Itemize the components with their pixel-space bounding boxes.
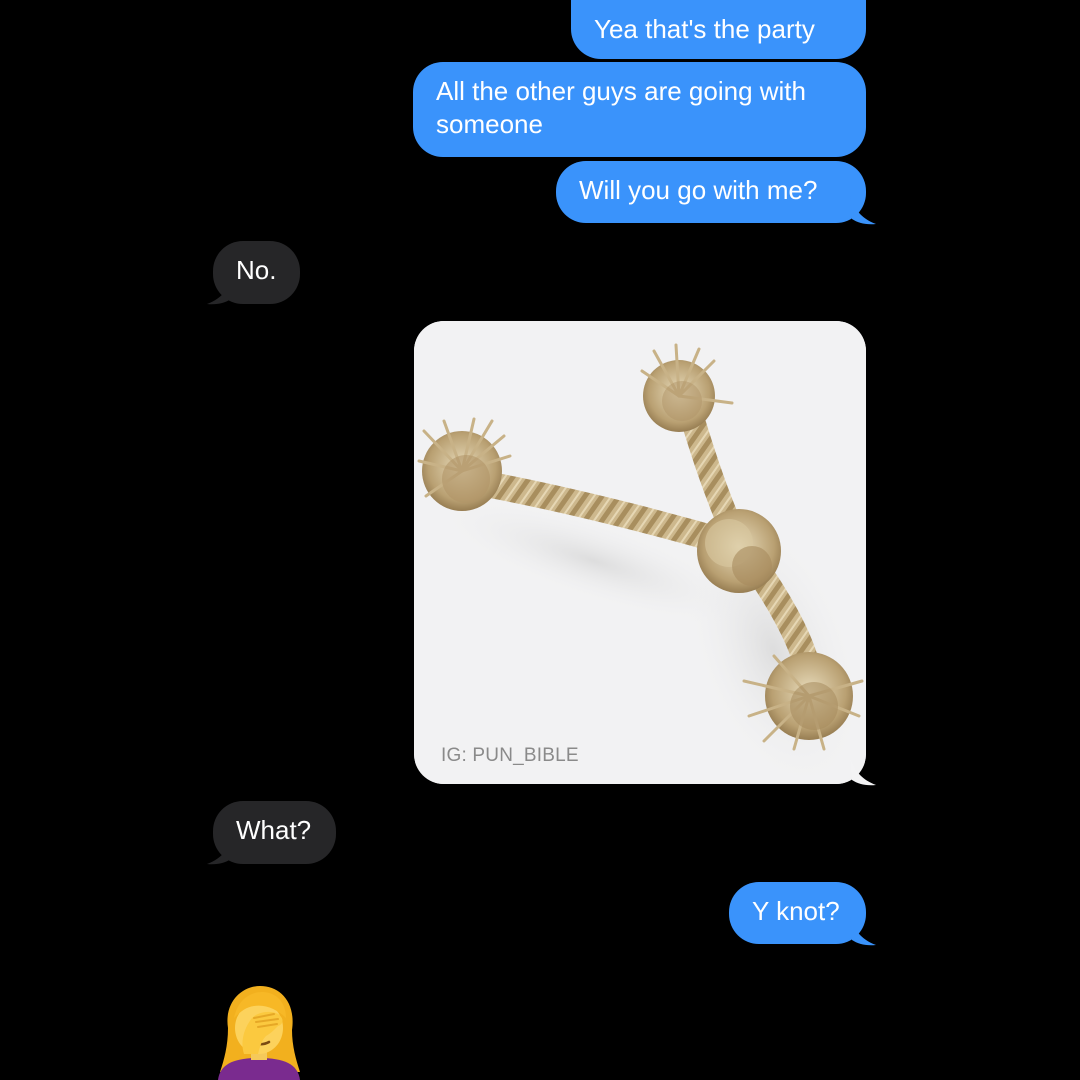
bubble-tail-icon	[207, 276, 233, 305]
message-text: What?	[236, 815, 312, 845]
sent-message-bubble[interactable]: Yea that's the party	[571, 0, 866, 59]
message-text: No.	[236, 255, 277, 285]
message-text: All the other guys are going with someon…	[436, 76, 806, 139]
bubble-tail-icon	[850, 917, 876, 946]
image-watermark: IG: PUN_BIBLE	[441, 745, 579, 766]
woman-facepalming-emoji-icon[interactable]	[214, 984, 304, 1080]
message-text: Y knot?	[752, 896, 840, 926]
sent-message-bubble[interactable]: Y knot?	[729, 882, 866, 944]
sent-message-bubble[interactable]: All the other guys are going with someon…	[413, 62, 866, 157]
image-message[interactable]: IG: PUN_BIBLE	[414, 321, 866, 784]
message-text: Yea that's the party	[594, 14, 815, 44]
bubble-tail-icon	[850, 196, 876, 225]
bubble-tail-icon	[207, 836, 233, 865]
sent-message-bubble[interactable]: Will you go with me?	[556, 161, 866, 223]
knot-center	[697, 509, 781, 593]
rope-y-image	[414, 321, 866, 784]
message-text: Will you go with me?	[579, 175, 818, 205]
bubble-tail-icon	[850, 757, 876, 786]
